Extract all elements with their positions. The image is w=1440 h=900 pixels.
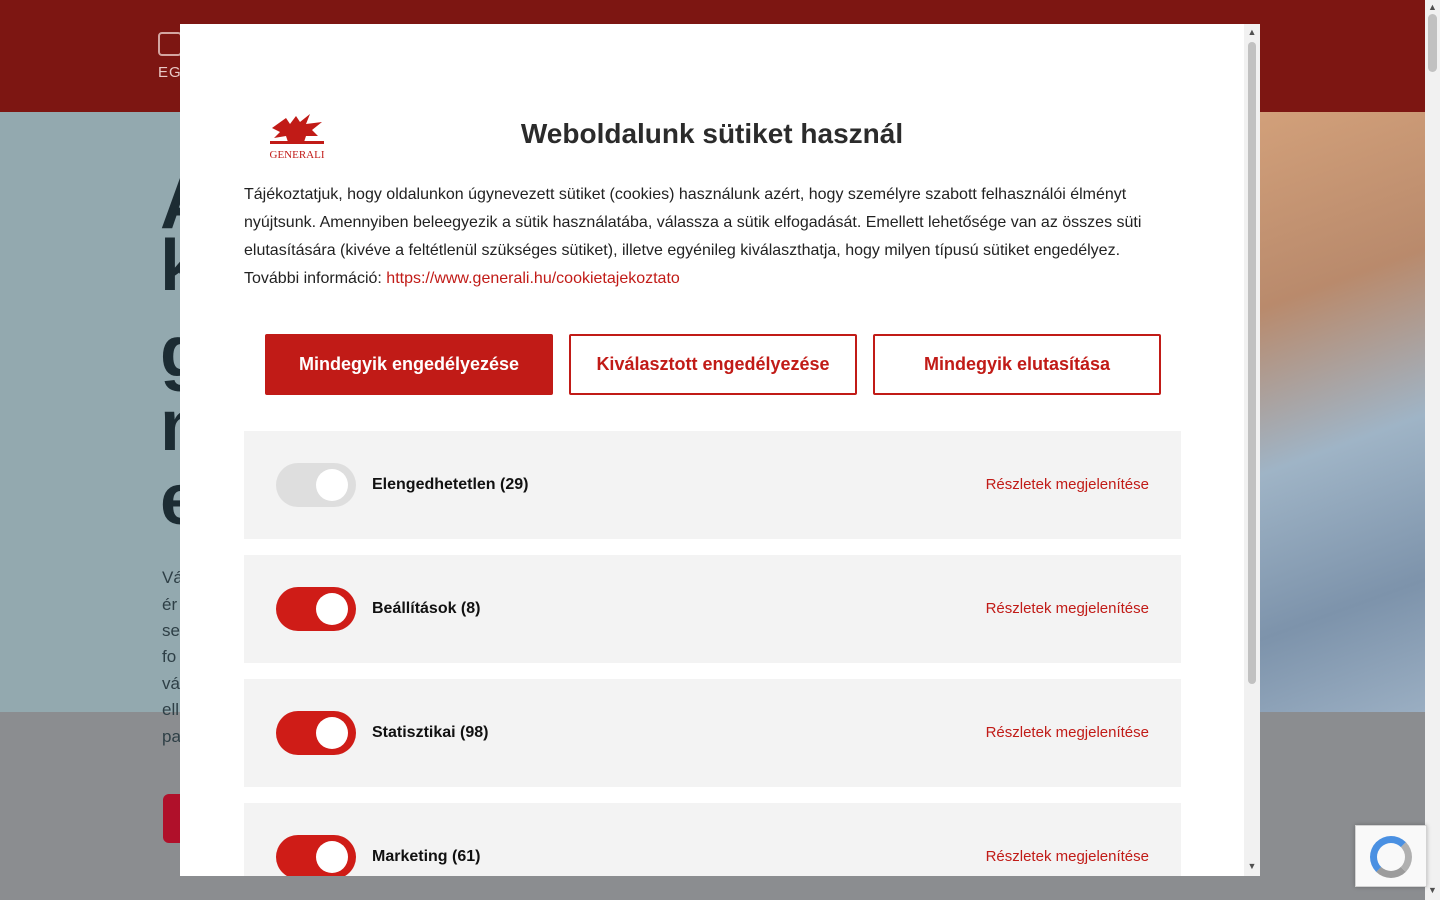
toggle-knob	[316, 593, 348, 625]
allow-all-button[interactable]: Mindegyik engedélyezése	[265, 334, 553, 395]
site-logo-icon[interactable]	[158, 32, 182, 56]
cookie-category-necessary: Elengedhetetlen (29) Részletek megjelení…	[244, 431, 1181, 539]
toggle-knob	[316, 717, 348, 749]
category-label: Elengedhetetlen (29)	[372, 476, 529, 493]
toggle-marketing[interactable]	[276, 835, 356, 876]
toggle-knob	[316, 841, 348, 873]
dialog-scroll-down-icon[interactable]: ▼	[1247, 861, 1257, 871]
page-scrollbar-thumb[interactable]	[1428, 14, 1437, 72]
dialog-intro-text: Tájékoztatjuk, hogy oldalunkon úgyneveze…	[244, 181, 1144, 293]
hero-photo	[1258, 112, 1425, 712]
hero-text-fragment: ér	[162, 595, 178, 614]
dialog-scrollbar-thumb[interactable]	[1248, 42, 1256, 684]
hero-text-fragment: ell	[162, 700, 180, 719]
recaptcha-badge[interactable]	[1355, 825, 1427, 887]
toggle-knob	[316, 469, 348, 501]
hero-text-fragment: pa	[162, 727, 181, 746]
category-label: Marketing (61)	[372, 848, 481, 865]
show-details-link[interactable]: Részletek megjelenítése	[986, 555, 1149, 663]
logo-wordmark: GENERALI	[270, 149, 325, 161]
page-scroll-down-icon[interactable]: ▼	[1428, 886, 1437, 895]
show-details-link[interactable]: Részletek megjelenítése	[986, 803, 1149, 876]
cookie-category-statistics: Statisztikai (98) Részletek megjelenítés…	[244, 679, 1181, 787]
dialog-scrollbar[interactable]: ▲ ▼	[1244, 24, 1260, 876]
page-scroll-up-icon[interactable]: ▲	[1428, 3, 1437, 12]
category-label: Statisztikai (98)	[372, 724, 489, 741]
cookie-category-marketing: Marketing (61) Részletek megjelenítése	[244, 803, 1181, 876]
reject-all-button[interactable]: Mindegyik elutasítása	[873, 334, 1161, 395]
recaptcha-icon	[1370, 836, 1412, 878]
show-details-link[interactable]: Részletek megjelenítése	[986, 679, 1149, 787]
show-details-link[interactable]: Részletek megjelenítése	[986, 431, 1149, 539]
hero-text-fragment: fo	[162, 647, 177, 666]
cookie-info-link[interactable]: https://www.generali.hu/cookietajekoztat…	[386, 270, 680, 287]
toggle-preferences[interactable]	[276, 587, 356, 631]
generali-lion-logo-icon: GENERALI	[270, 114, 325, 161]
toggle-statistics[interactable]	[276, 711, 356, 755]
dialog-scroll-up-icon[interactable]: ▲	[1247, 27, 1257, 37]
toggle-necessary	[276, 463, 356, 507]
cookie-category-preferences: Beállítások (8) Részletek megjelenítése	[244, 555, 1181, 663]
page-scrollbar[interactable]	[1425, 0, 1440, 900]
intro-body: Tájékoztatjuk, hogy oldalunkon úgyneveze…	[244, 186, 1142, 287]
allow-selected-button[interactable]: Kiválasztott engedélyezése	[569, 334, 857, 395]
category-label: Beállítások (8)	[372, 600, 481, 617]
dialog-title: Weboldalunk sütiket használ	[520, 118, 904, 149]
cookie-consent-dialog: GENERALI Weboldalunk sütiket használ Táj…	[180, 24, 1260, 876]
hero-text-fragment: se	[162, 621, 180, 640]
hero-text-fragment: vá	[162, 674, 180, 693]
